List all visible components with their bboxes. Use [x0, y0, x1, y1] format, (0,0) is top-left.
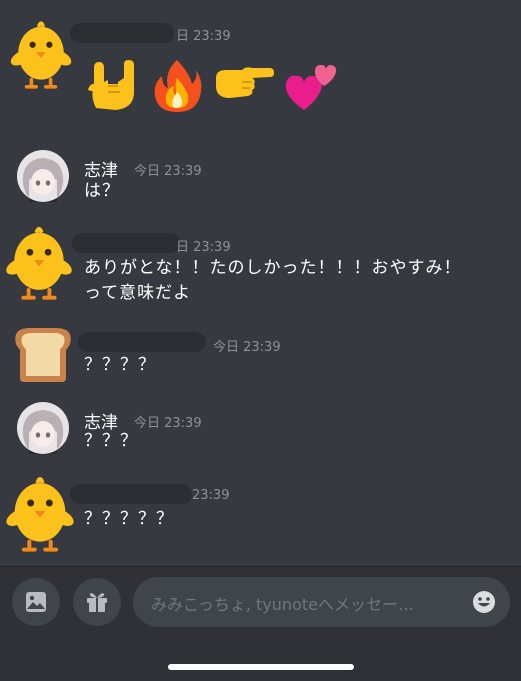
- bread-icon[interactable]: [10, 324, 76, 382]
- redacted-username[interactable]: [70, 23, 174, 43]
- message-text: ？？？？: [84, 355, 156, 375]
- chick-icon[interactable]: [0, 466, 80, 556]
- message-timestamp: 今日 23:39: [134, 416, 202, 431]
- attach-image-button[interactable]: [12, 578, 60, 626]
- message-text: ？？？？？: [84, 509, 174, 529]
- chick-icon[interactable]: [0, 216, 78, 304]
- message-shizu-1: 志津 今日 23:39 は？: [0, 140, 521, 210]
- message-text: ？？？: [84, 431, 138, 451]
- fire-icon: [154, 60, 202, 112]
- gift-icon: [87, 593, 107, 612]
- message-input-placeholder: みみこっちょ, tyunoteへメッセー…: [151, 595, 414, 614]
- message-timestamp: 日 23:39: [176, 29, 231, 44]
- message-bread: 今日 23:39 ？？？？: [0, 318, 521, 394]
- message-timestamp: 今日 23:39: [134, 164, 202, 179]
- message-emoji-only: 日 23:39: [0, 0, 521, 130]
- message-text-line-2: って意味だよ: [84, 283, 192, 303]
- message-timestamp: 23:39: [192, 488, 230, 503]
- anime-girl-avatar[interactable]: [17, 150, 69, 202]
- message-timestamp: 今日 23:39: [213, 340, 281, 355]
- emoji-row: [84, 56, 342, 114]
- message-shizu-2: 志津 今日 23:39 ？？？: [0, 394, 521, 466]
- message-chick-long: 日 23:39 ありがとな！！たのしかった！！！おやすみ！ って意味だよ: [0, 210, 521, 310]
- gift-button[interactable]: [73, 578, 121, 626]
- pointing-right-icon: [216, 67, 274, 98]
- redacted-username[interactable]: [78, 332, 206, 352]
- redacted-username[interactable]: [72, 233, 180, 253]
- home-indicator: [168, 664, 354, 670]
- message-chick-questions: 23:39 ？？？？？: [0, 466, 521, 566]
- message-timestamp: 日 23:39: [176, 240, 231, 255]
- chick-icon[interactable]: [5, 12, 77, 92]
- sign-of-horns-icon: [88, 60, 134, 110]
- image-icon: [26, 592, 46, 612]
- two-hearts-icon: [285, 64, 337, 110]
- message-input[interactable]: みみこっちょ, tyunoteへメッセー…: [133, 577, 510, 627]
- anime-girl-avatar[interactable]: [17, 402, 69, 454]
- redacted-username[interactable]: [70, 484, 192, 504]
- emoji-icon[interactable]: [472, 590, 496, 614]
- message-text-line-1: ありがとな！！たのしかった！！！おやすみ！: [84, 258, 462, 278]
- message-text: は？: [84, 181, 120, 201]
